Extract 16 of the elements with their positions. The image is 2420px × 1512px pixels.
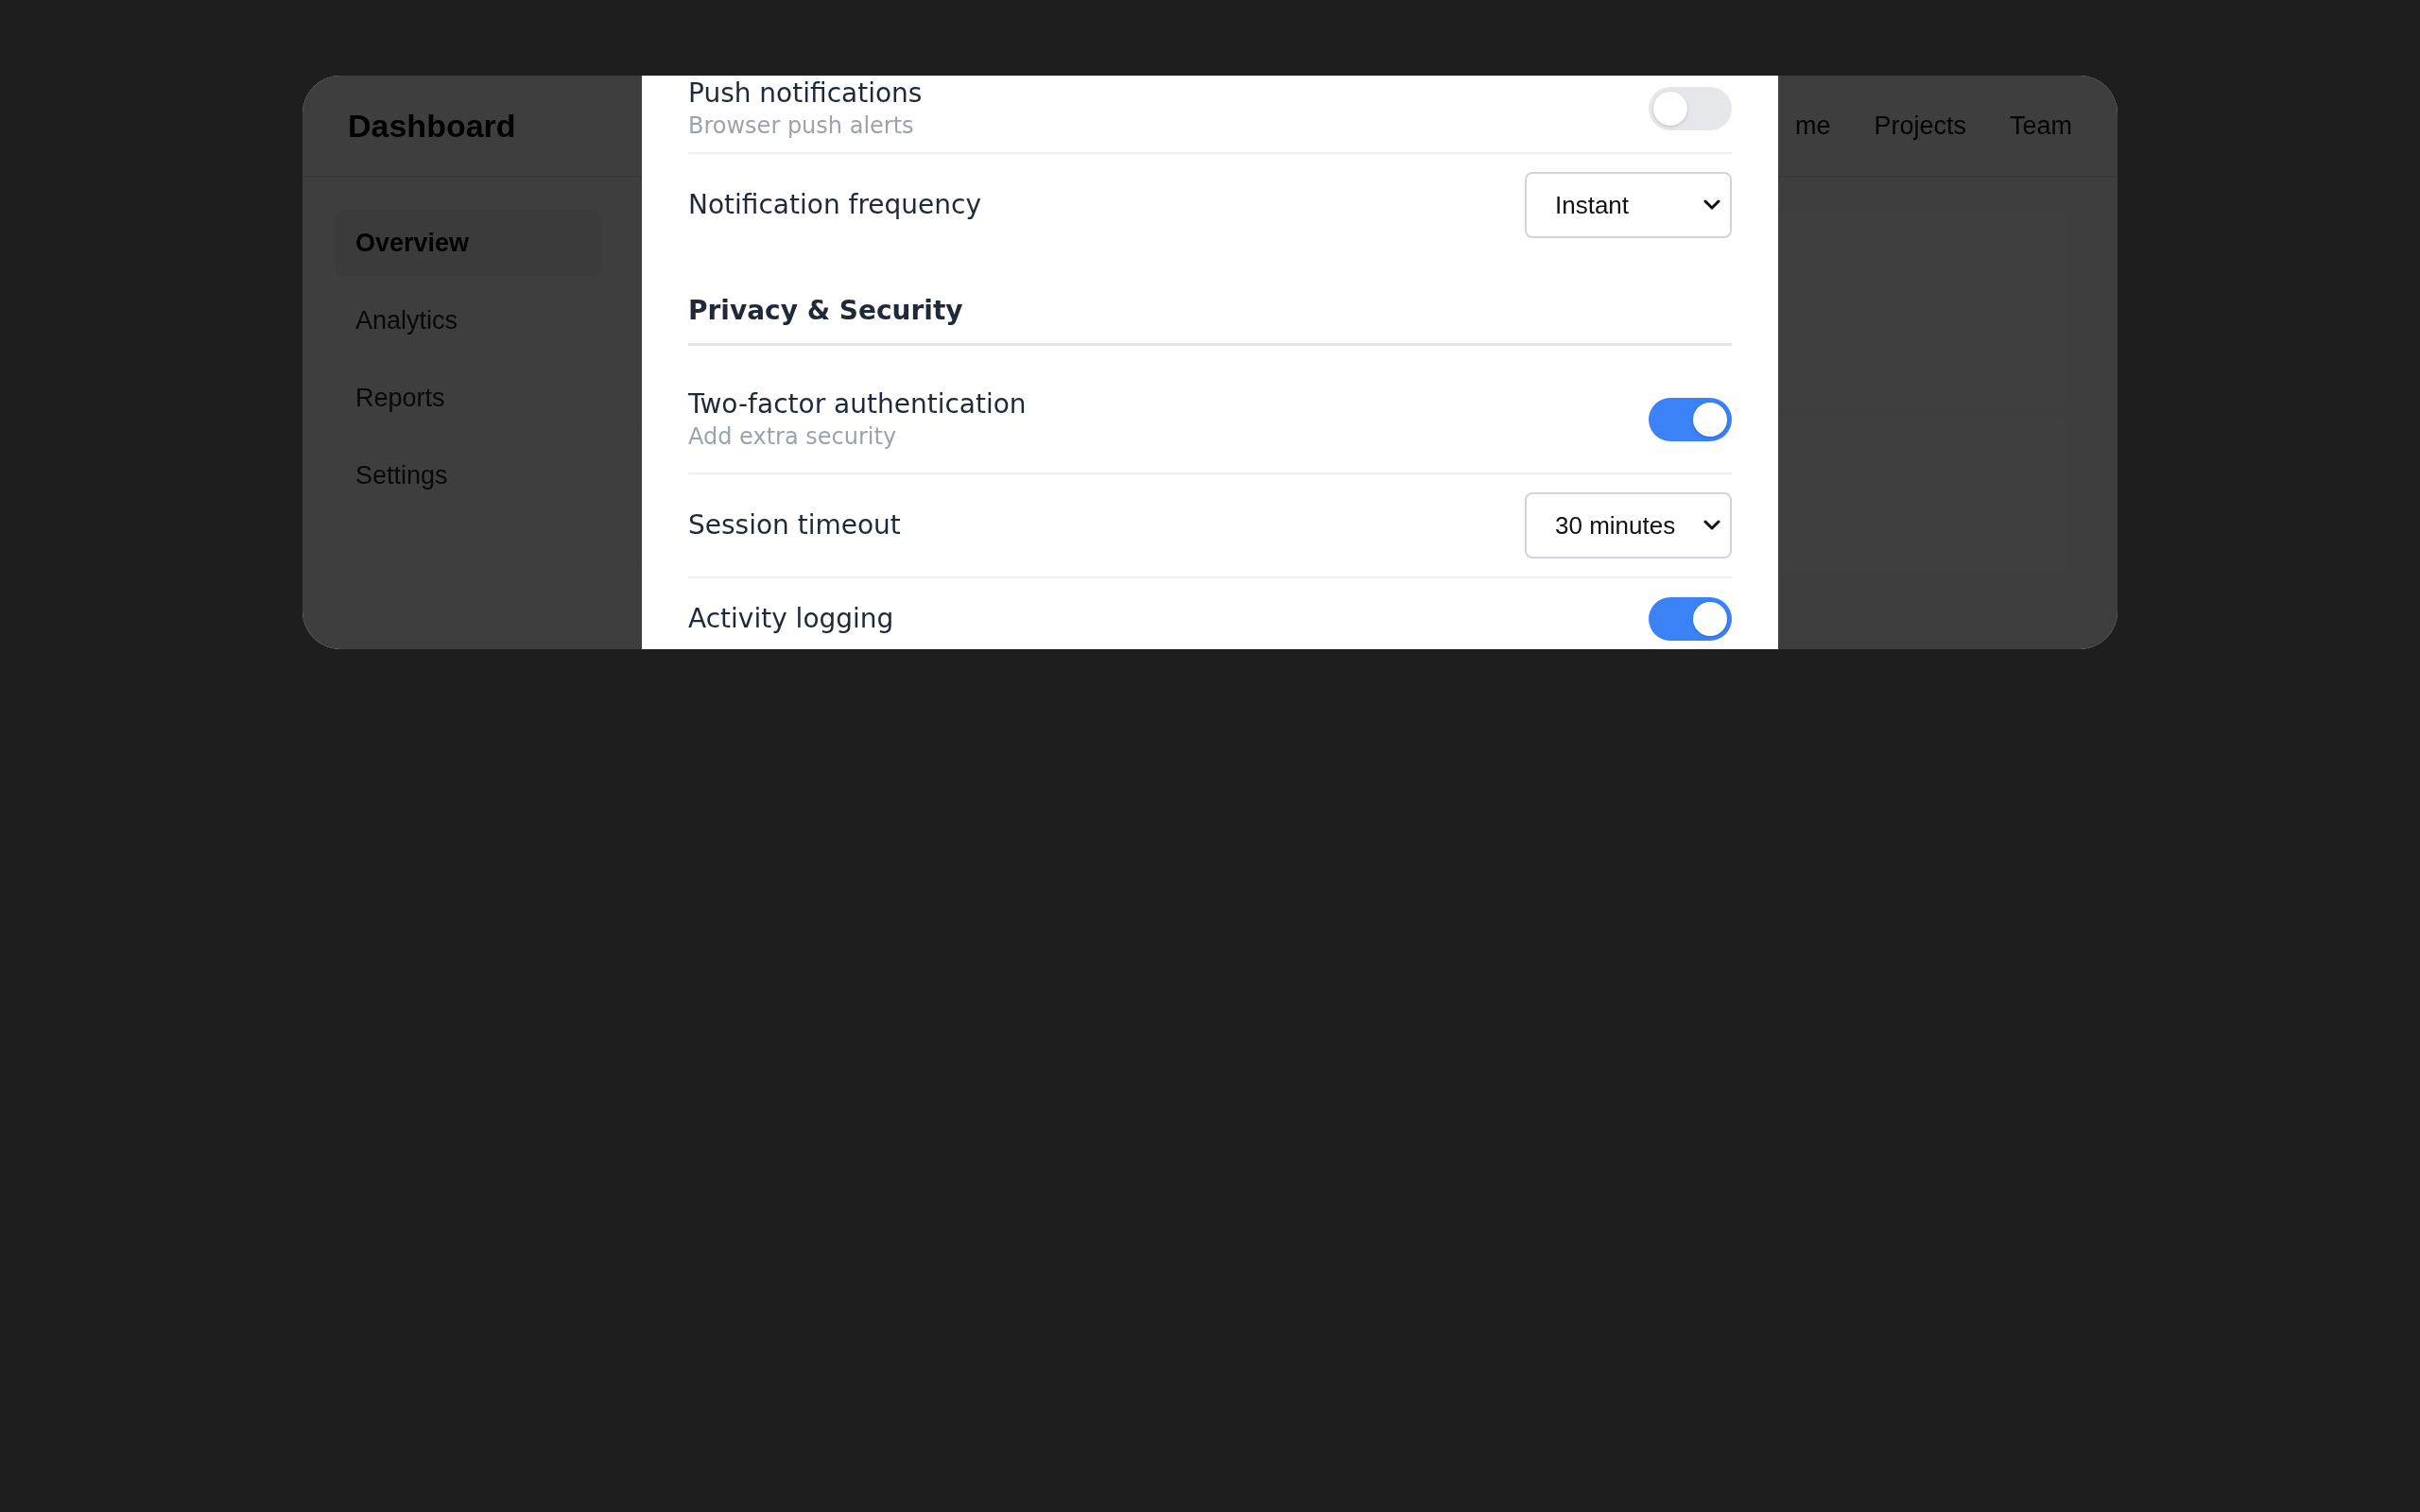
section-heading: Privacy & Security xyxy=(688,294,1732,346)
setting-label: Activity logging xyxy=(688,602,894,636)
toggle-switch[interactable] xyxy=(1649,87,1732,130)
select-field[interactable]: 30 minutes xyxy=(1525,492,1732,558)
select-field[interactable]: Instant xyxy=(1525,172,1732,238)
setting-label: Push notifications xyxy=(688,77,923,111)
setting-description: Browser push alerts xyxy=(688,112,915,141)
toggle-switch[interactable] xyxy=(1649,398,1732,441)
chevron-icon xyxy=(1703,199,1720,211)
setting-label: Two-factor authentication xyxy=(688,387,1027,421)
setting-description: Add extra security xyxy=(688,422,898,452)
app-title: Dashboard xyxy=(348,107,516,145)
toggle-switch[interactable] xyxy=(1649,597,1732,641)
chevron-icon xyxy=(1703,520,1720,531)
setting-label: Notification frequency xyxy=(688,188,981,222)
setting-label: Session timeout xyxy=(688,508,901,542)
